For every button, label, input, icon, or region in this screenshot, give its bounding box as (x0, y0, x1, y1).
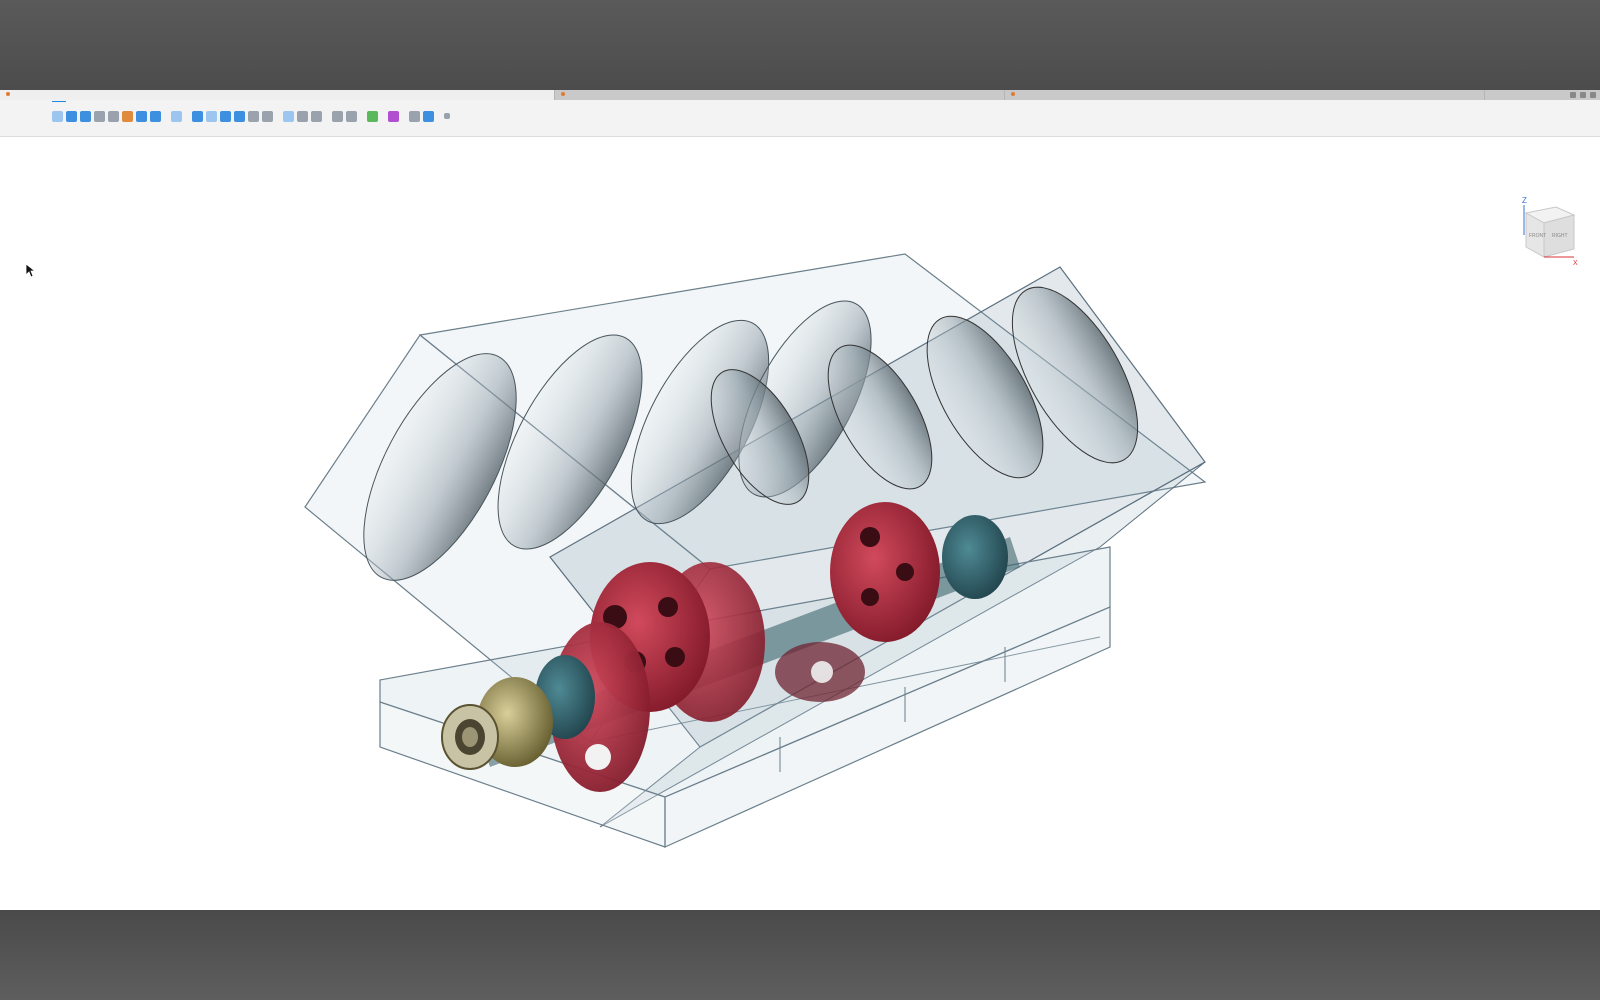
ribbon-tab[interactable] (220, 101, 234, 102)
ribbon-group-create (52, 108, 161, 126)
document-tab-icon (561, 92, 565, 96)
pattern-icon[interactable] (136, 110, 147, 122)
ribbon-group-automate (171, 108, 182, 126)
workspace-dropdown[interactable] (10, 112, 46, 124)
document-tab-icon (6, 92, 10, 96)
ribbon-tabs (52, 101, 234, 102)
ribbon-tab[interactable] (80, 101, 94, 102)
ribbon-toolbar (0, 100, 1600, 137)
document-tab-icon (1011, 92, 1015, 96)
ribbon-tab[interactable] (136, 101, 150, 102)
inspect-icon[interactable] (409, 110, 420, 122)
more-icon[interactable] (444, 113, 450, 119)
ribbon-tab[interactable] (108, 101, 122, 102)
move-icon[interactable] (248, 110, 259, 122)
axis-z-label: Z (1522, 196, 1527, 205)
box-icon[interactable] (150, 110, 161, 122)
3d-viewport[interactable]: Z FRONT RIGHT X (0, 137, 1600, 910)
document-tab[interactable] (555, 90, 1005, 100)
display-icon[interactable] (423, 110, 434, 122)
ribbon-groups (52, 108, 450, 126)
ribbon-tab[interactable] (52, 101, 66, 102)
ribbon-group-insert (388, 108, 399, 126)
as-built-joint-icon[interactable] (297, 110, 308, 122)
ribbon-tab[interactable] (192, 101, 206, 102)
video-letterbox-bottom (0, 910, 1600, 1000)
insert-icon[interactable] (367, 110, 378, 122)
chamfer-icon[interactable] (220, 110, 231, 122)
measure-icon[interactable] (332, 110, 343, 122)
window-controls (1570, 90, 1596, 100)
automate-icon[interactable] (171, 110, 182, 122)
joint-icon[interactable] (283, 110, 294, 122)
document-tab[interactable] (0, 90, 555, 100)
maximize-icon[interactable] (1580, 92, 1586, 98)
hole-icon[interactable] (122, 110, 133, 122)
view-cube[interactable]: Z FRONT RIGHT X (1516, 195, 1580, 265)
ribbon-group-inspect (332, 108, 357, 126)
rigid-group-icon[interactable] (311, 110, 322, 122)
sketch-icon[interactable] (52, 110, 63, 122)
ribbon-group-assemble (283, 108, 322, 126)
minimize-icon[interactable] (1570, 92, 1576, 98)
viewcube-front-label: FRONT (1529, 233, 1546, 239)
press-pull-icon[interactable] (192, 110, 203, 122)
ribbon-group-select (409, 108, 434, 126)
document-tab[interactable] (1005, 90, 1485, 100)
close-icon[interactable] (1590, 92, 1596, 98)
video-letterbox-top (0, 0, 1600, 90)
shell-icon[interactable] (234, 110, 245, 122)
engine-block-model[interactable] (0, 137, 1600, 910)
ribbon-tab[interactable] (164, 101, 178, 102)
ribbon-group-modify (192, 108, 273, 126)
extrude-icon[interactable] (66, 110, 77, 122)
loft-icon[interactable] (108, 110, 119, 122)
sweep-icon[interactable] (94, 110, 105, 122)
section-icon[interactable] (346, 110, 357, 122)
scale-icon[interactable] (262, 110, 273, 122)
document-tab-strip (0, 90, 1600, 100)
select-icon[interactable] (388, 110, 399, 122)
viewcube-right-label: RIGHT (1552, 233, 1568, 239)
cad-application-window: Z FRONT RIGHT X (0, 90, 1600, 910)
fillet-icon[interactable] (206, 110, 217, 122)
axis-x-label: X (1573, 260, 1578, 265)
ribbon-group-construct (367, 108, 378, 126)
revolve-icon[interactable] (80, 110, 91, 122)
ribbon-group-more (444, 108, 450, 126)
